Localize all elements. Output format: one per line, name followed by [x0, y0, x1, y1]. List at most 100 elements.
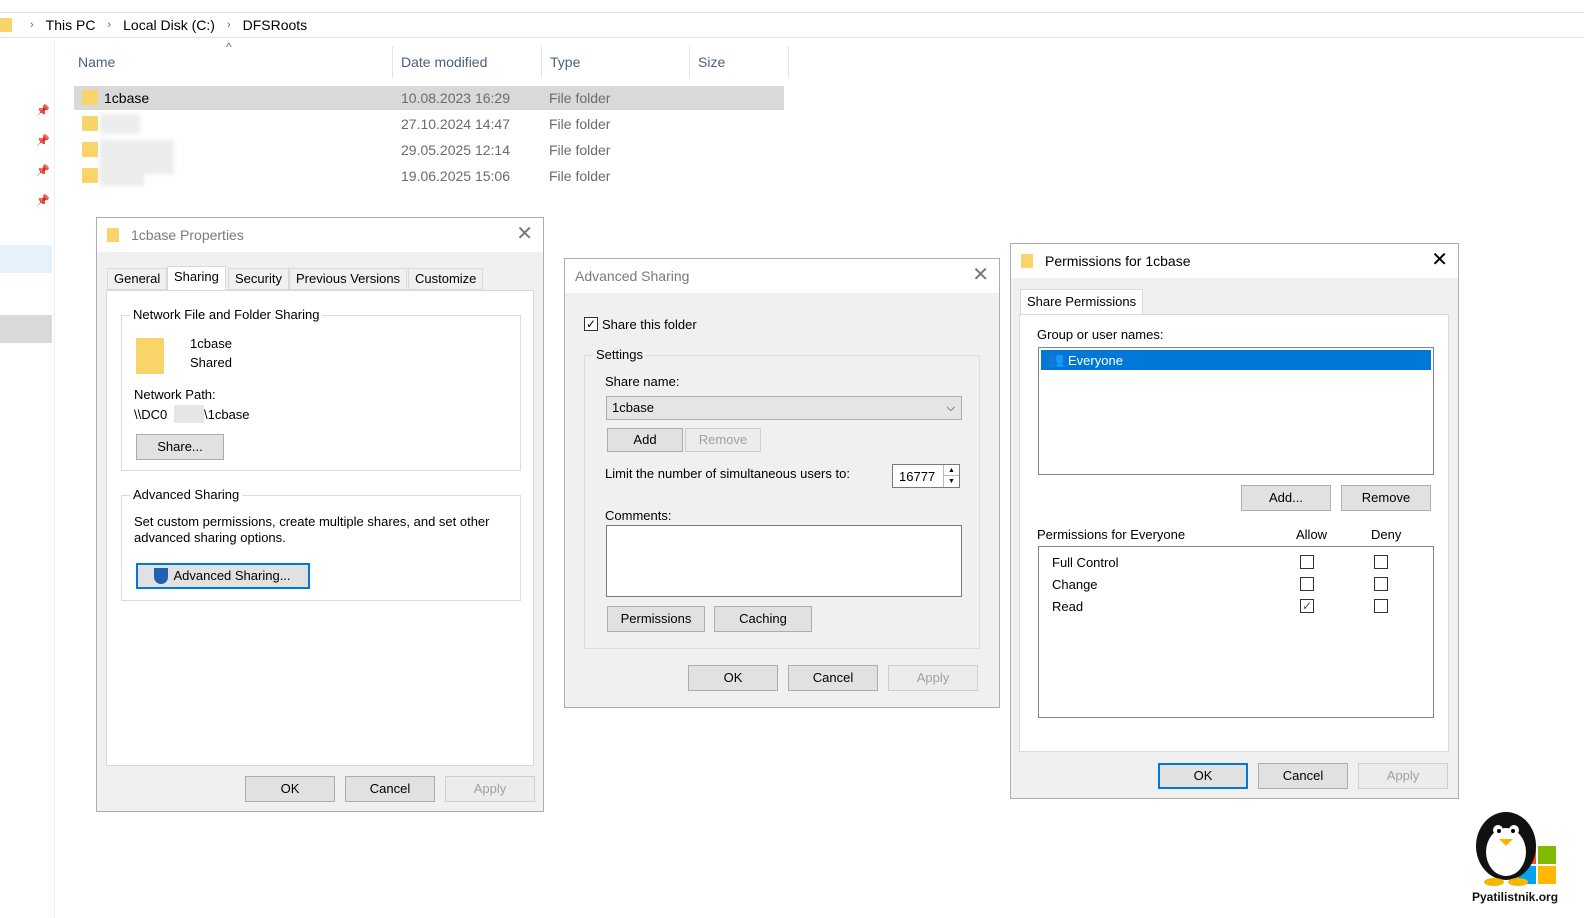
advanced-sharing-button[interactable]: Advanced Sharing...: [136, 563, 310, 589]
cancel-button[interactable]: Cancel: [788, 665, 878, 691]
advanced-sharing-description: Set custom permissions, create multiple …: [134, 514, 490, 545]
share-name-select[interactable]: 1cbase ⌵: [606, 396, 962, 420]
tab-previous-versions[interactable]: Previous Versions: [289, 268, 408, 290]
ok-button[interactable]: OK: [688, 665, 778, 691]
allow-full-control-checkbox[interactable]: [1300, 555, 1314, 569]
column-header-type[interactable]: Type: [542, 46, 689, 78]
users-group-icon: 👥: [1047, 351, 1065, 367]
tab-general[interactable]: General: [107, 268, 168, 290]
users-listbox[interactable]: 👥 Everyone: [1038, 347, 1434, 475]
remove-share-button[interactable]: Remove: [685, 428, 761, 452]
dialog-title-bar[interactable]: 1cbase Properties: [97, 218, 543, 252]
address-bar[interactable]: › This PC › Local Disk (C:) › DFSRoots: [0, 12, 1584, 38]
breadcrumb-dfsroots[interactable]: DFSRoots: [243, 17, 308, 33]
folder-icon: [1021, 254, 1033, 268]
dialog-title-bar[interactable]: Advanced Sharing: [565, 259, 999, 293]
allow-header: Allow: [1296, 527, 1328, 542]
file-type: File folder: [549, 90, 611, 106]
add-user-button[interactable]: Add...: [1241, 485, 1331, 511]
limit-users-stepper[interactable]: 16777 ▲ ▼: [892, 464, 960, 488]
permissions-button[interactable]: Permissions: [607, 606, 705, 632]
group-title: Advanced Sharing: [130, 487, 243, 502]
cancel-button[interactable]: Cancel: [345, 776, 435, 802]
apply-button[interactable]: Apply: [1358, 763, 1448, 789]
cancel-button[interactable]: Cancel: [1258, 763, 1348, 789]
share-button[interactable]: Share...: [136, 434, 224, 460]
perm-full-control: Full Control: [1052, 555, 1119, 570]
folder-status: Shared: [190, 355, 232, 370]
folder-icon: [0, 18, 12, 32]
tab-security[interactable]: Security: [228, 268, 289, 290]
dialog-title: Permissions for 1cbase: [1045, 253, 1191, 269]
chevron-right-icon: ›: [107, 19, 112, 31]
chevron-right-icon: ›: [226, 19, 231, 31]
breadcrumb-this-pc[interactable]: This PC: [46, 17, 96, 33]
caching-button[interactable]: Caching: [714, 606, 812, 632]
column-divider[interactable]: [788, 46, 789, 78]
file-row[interactable]: 19.06.2025 15:06 File folder: [74, 164, 784, 188]
pin-icon: 📌: [36, 165, 50, 177]
group-title: Settings: [593, 347, 646, 362]
column-header-date[interactable]: Date modified: [393, 46, 541, 78]
folder-icon: [82, 168, 98, 183]
group-user-names-label: Group or user names:: [1037, 327, 1164, 342]
network-sharing-group: Network File and Folder Sharing 1cbase S…: [121, 307, 521, 471]
allow-change-checkbox[interactable]: [1300, 577, 1314, 591]
apply-button[interactable]: Apply: [888, 665, 978, 691]
apply-button[interactable]: Apply: [445, 776, 535, 802]
close-icon[interactable]: ✕: [1431, 250, 1448, 270]
allow-read-checkbox[interactable]: ✓: [1300, 599, 1314, 613]
ok-button[interactable]: OK: [1158, 763, 1248, 789]
remove-user-button[interactable]: Remove: [1341, 485, 1431, 511]
share-this-folder-label: Share this folder: [602, 317, 697, 332]
spin-down-icon[interactable]: ▼: [943, 476, 959, 487]
deny-read-checkbox[interactable]: [1374, 599, 1388, 613]
folder-icon: [136, 338, 164, 374]
limit-users-label: Limit the number of simultaneous users t…: [605, 466, 850, 481]
file-date: 19.06.2025 15:06: [401, 168, 510, 184]
list-item[interactable]: 👥 Everyone: [1041, 350, 1431, 370]
breadcrumb-local-disk[interactable]: Local Disk (C:): [123, 17, 215, 33]
chevron-right-icon: ›: [30, 19, 34, 31]
nav-item-highlight[interactable]: [0, 245, 52, 273]
nav-item-selected[interactable]: [0, 315, 52, 343]
permissions-dialog: Permissions for 1cbase ✕ Share Permissio…: [1010, 243, 1459, 799]
properties-dialog: 1cbase Properties ✕ General Sharing Secu…: [96, 217, 544, 812]
user-name: Everyone: [1068, 353, 1123, 368]
tab-customize[interactable]: Customize: [408, 268, 484, 290]
navigation-pane: 📌 📌 📌 📌: [0, 40, 55, 918]
dialog-title: Advanced Sharing: [575, 268, 690, 284]
add-share-button[interactable]: Add: [607, 428, 683, 452]
network-path-start: \\DC0: [134, 407, 168, 422]
blurred-name: [100, 166, 144, 186]
file-row[interactable]: 1cbase 10.08.2023 16:29 File folder: [74, 86, 784, 110]
close-icon[interactable]: ✕: [972, 265, 989, 285]
watermark-logo: Pyatilistnik.org: [1466, 806, 1566, 906]
redacted-text: [174, 405, 204, 423]
file-date: 10.08.2023 16:29: [401, 90, 510, 106]
comments-textarea[interactable]: [606, 525, 962, 597]
share-this-folder-checkbox[interactable]: ✓: [584, 317, 598, 331]
ok-button[interactable]: OK: [245, 776, 335, 802]
folder-icon: [82, 142, 98, 157]
dialog-title-bar[interactable]: Permissions for 1cbase: [1011, 244, 1458, 278]
file-date: 27.10.2024 14:47: [401, 116, 510, 132]
network-path-end: \1cbase: [204, 407, 250, 422]
watermark-text: Pyatilistnik.org: [1472, 890, 1559, 904]
perm-read: Read: [1052, 599, 1084, 614]
file-row[interactable]: 27.10.2024 14:47 File folder: [74, 112, 784, 136]
tab-sharing[interactable]: Sharing: [167, 266, 226, 291]
deny-full-control-checkbox[interactable]: [1374, 555, 1388, 569]
spin-up-icon[interactable]: ▲: [943, 465, 959, 476]
tab-share-permissions[interactable]: Share Permissions: [1020, 289, 1144, 315]
file-row[interactable]: 29.05.2025 12:14 File folder: [74, 138, 784, 174]
network-path-label: Network Path:: [134, 387, 216, 402]
column-header-size[interactable]: Size: [690, 46, 788, 78]
deny-change-checkbox[interactable]: [1374, 577, 1388, 591]
close-icon[interactable]: ✕: [516, 224, 533, 244]
uac-shield-icon: [154, 568, 168, 584]
folder-icon: [107, 228, 119, 242]
column-header-name[interactable]: Name: [70, 46, 392, 78]
file-name: 1cbase: [104, 90, 150, 106]
sharing-panel: Network File and Folder Sharing 1cbase S…: [106, 290, 534, 766]
